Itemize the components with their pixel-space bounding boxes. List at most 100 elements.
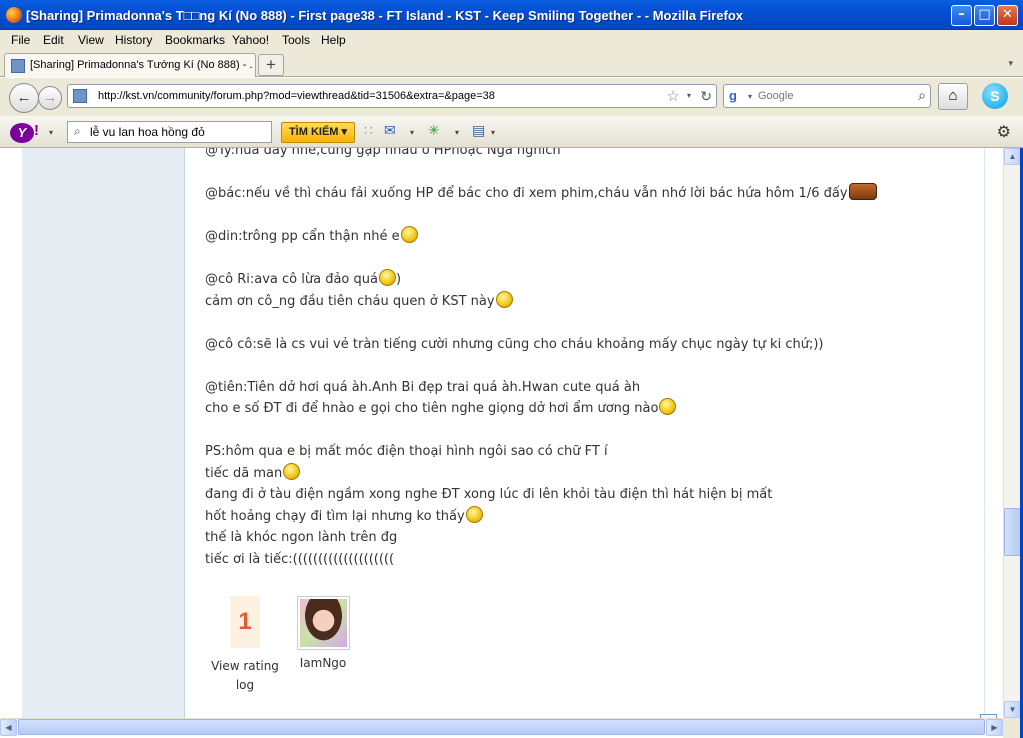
emoticon-icon (848, 183, 877, 200)
rater-name-link[interactable]: IamNgo (288, 656, 358, 670)
close-button[interactable]: ✕ (997, 5, 1018, 26)
post-line-text: hốt hoảng chạy đi tìm lại nhưng ko thấy (205, 508, 465, 524)
post-line: @din:trông pp cẩn thận nhé e (205, 226, 975, 248)
emoticon-icon (400, 226, 418, 243)
post-line: @bác:nếu về thì cháu fải xuống HP để bác… (205, 183, 975, 205)
post-line-text: @cô Ri:ava cô lừa đảo quá (205, 272, 378, 287)
url-history-dropdown-icon[interactable]: ▾ (687, 91, 691, 100)
post-line-text: cho e số ĐT đi để hnào e gọi cho tiên ng… (205, 401, 659, 416)
menu-edit[interactable]: Edit (43, 33, 64, 47)
menu-yahoo[interactable]: Yahoo! (232, 33, 269, 47)
window-title: [Sharing] Primadonna's T□□ng Kí (No 888)… (26, 8, 744, 23)
bookmarks-dropdown-icon[interactable]: ▾ (491, 128, 495, 148)
post-line: hốt hoảng chạy đi tìm lại nhưng ko thấy (205, 505, 975, 528)
rating-count[interactable]: 1 (230, 596, 260, 648)
google-engine-icon[interactable]: g (729, 88, 746, 105)
emoticon-icon (495, 290, 513, 308)
post-author-column (22, 148, 185, 718)
post-line-text: @bác:nếu về thì cháu fải xuống HP để bác… (205, 186, 848, 201)
back-button[interactable]: ← (9, 83, 39, 113)
yahoo-logo-icon[interactable]: Y (10, 123, 34, 143)
toolbar-divider-icon: ∷ (364, 122, 373, 138)
post-line: @tiên:Tiên dở hơi quá àh.Anh Bi đẹp trai… (205, 379, 641, 395)
post-line-text: ) (395, 272, 402, 287)
page-viewport: @Ty:hứa đây nhé,cùng gặp nhau ở HPhoặc N… (0, 148, 1003, 718)
yahoo-menu-dropdown-icon[interactable]: ▾ (49, 128, 53, 137)
tab-bar: [Sharing] Primadonna's Tướng Kí (No 888)… (0, 50, 1023, 77)
post-line-text: @din:trông pp cẩn thận nhé e (205, 229, 400, 244)
post-line: đang đi ở tàu điện ngầm xong nghe ĐT xon… (205, 487, 773, 502)
mail-icon[interactable]: ✉ (384, 122, 396, 142)
url-bar[interactable]: http://kst.vn/community/forum.php?mod=vi… (67, 84, 717, 108)
settings-gear-icon[interactable]: ⚙ (997, 122, 1011, 142)
rater-avatar[interactable] (297, 596, 350, 650)
post-line: tiếc ơi là tiếc:(((((((((((((((((((( (205, 551, 395, 567)
menu-bookmarks[interactable]: Bookmarks (165, 33, 225, 47)
yahoo-search-button[interactable]: TÌM KIẾM ▾ (281, 122, 355, 143)
minimize-button[interactable]: – (951, 5, 972, 26)
navigation-toolbar: ← → http://kst.vn/community/forum.php?mo… (0, 78, 1023, 116)
maximize-button[interactable]: □ (974, 5, 995, 26)
emoticon-icon (378, 269, 396, 286)
vertical-scroll-thumb[interactable] (1004, 508, 1021, 556)
tab-list-icon[interactable]: ▾ (1008, 58, 1013, 69)
page-right-margin (984, 148, 1003, 718)
bookmark-star-icon[interactable]: ☆ (667, 87, 680, 105)
emoticon-icon (465, 505, 483, 523)
yahoo-logo-excl: ! (34, 122, 39, 139)
forward-button[interactable]: → (38, 86, 62, 110)
scroll-right-icon[interactable]: ▶ (986, 719, 1003, 736)
scroll-up-icon[interactable]: ▲ (1004, 148, 1021, 165)
menu-history[interactable]: History (115, 33, 152, 47)
post-body: @Ty:hứa đây nhé,cùng gặp nhau ở HPhoặc N… (205, 148, 975, 570)
menu-view[interactable]: View (78, 33, 104, 47)
scroll-down-icon[interactable]: ▼ (1004, 701, 1021, 718)
new-tab-button[interactable]: + (258, 54, 284, 76)
skype-icon[interactable]: S (982, 83, 1008, 109)
yahoo-search-box: ⌕ (67, 121, 272, 143)
post-line: @cô cô:sẽ là cs vui vẻ tràn tiếng cười n… (205, 336, 824, 352)
site-favicon-icon (73, 89, 87, 103)
home-button[interactable]: ⌂ (938, 83, 968, 110)
tab-label: [Sharing] Primadonna's Tướng Kí (No 888)… (30, 59, 252, 71)
menu-tools[interactable]: Tools (282, 33, 310, 47)
post-line: PS:hôm qua e bị mất móc điện thoại hình … (205, 444, 608, 459)
post-line: thế là khóc ngon lành trên đg (205, 530, 398, 545)
yahoo-toolbar: Y ! ▾ ⌕ TÌM KIẾM ▾ ∷ ✉ ▾ ✳ ▾ ▤ ▾ ⚙ (0, 116, 1023, 148)
tab-current[interactable]: [Sharing] Primadonna's Tướng Kí (No 888)… (4, 53, 256, 77)
widget-dropdown-icon[interactable]: ▾ (455, 128, 459, 148)
search-icon: ⌕ (74, 124, 81, 138)
reload-icon[interactable]: ↻ (700, 88, 712, 105)
site-favicon-icon (11, 59, 25, 73)
emoticon-icon (283, 462, 301, 480)
horizontal-scrollbar[interactable]: ◀ ▶ (0, 718, 1003, 736)
firefox-icon (6, 7, 22, 23)
search-bar: g ▾ ⌕ (723, 84, 931, 108)
mail-dropdown-icon[interactable]: ▾ (410, 128, 414, 148)
window-titlebar: [Sharing] Primadonna's T□□ng Kí (No 888)… (0, 0, 1023, 30)
search-go-icon[interactable]: ⌕ (918, 87, 926, 104)
page-margin (0, 148, 22, 718)
menu-help[interactable]: Help (321, 33, 346, 47)
search-engine-dropdown-icon[interactable]: ▾ (748, 92, 752, 101)
emoticon-icon (659, 398, 677, 415)
scroll-left-icon[interactable]: ◀ (0, 719, 17, 736)
yahoo-search-input[interactable] (90, 124, 268, 140)
menu-file[interactable]: File (11, 33, 30, 47)
search-input[interactable] (758, 88, 898, 104)
horizontal-scroll-thumb[interactable] (18, 719, 985, 735)
post-line: cho e số ĐT đi để hnào e gọi cho tiên ng… (205, 398, 975, 420)
post-line: tiếc dã man (205, 462, 975, 485)
post-line-text: tiếc dã man (205, 465, 283, 481)
post-line: cảm ơn cô_ng đầu tiên cháu quen ở KST nà… (205, 290, 975, 313)
post-line-text: cảm ơn cô_ng đầu tiên cháu quen ở KST nà… (205, 293, 495, 309)
avatar-image (300, 599, 347, 647)
post-line: @cô Ri:ava cô lừa đảo quá) (205, 269, 975, 291)
menu-bar: File Edit View History Bookmarks Yahoo! … (0, 30, 1023, 50)
view-rating-log-link[interactable]: View rating log (205, 657, 285, 695)
vertical-scrollbar[interactable]: ▲ ▼ (1003, 148, 1021, 718)
bookmarks-icon[interactable]: ▤ (472, 122, 485, 142)
post-line: @Ty:hứa đây nhé,cùng gặp nhau ở HPhoặc N… (205, 148, 561, 158)
widget-icon[interactable]: ✳ (428, 122, 440, 142)
url-text[interactable]: http://kst.vn/community/forum.php?mod=vi… (98, 90, 495, 102)
